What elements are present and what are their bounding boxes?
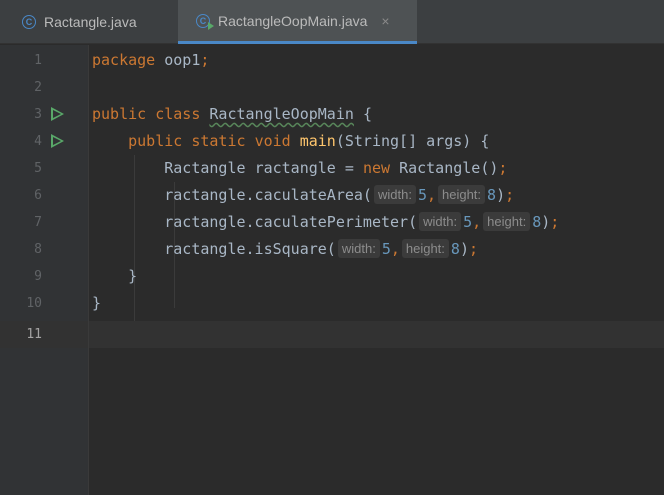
- code-line-2[interactable]: [89, 74, 664, 101]
- gutter-line: 10: [0, 290, 88, 317]
- line-number: 11: [26, 327, 42, 342]
- run-main-icon[interactable]: [51, 134, 64, 148]
- line-number: 5: [34, 161, 42, 176]
- code-line-10[interactable]: }: [89, 290, 664, 317]
- number-literal: 5: [417, 186, 427, 204]
- keyword: public: [92, 105, 147, 123]
- gutter-line: 5: [0, 155, 88, 182]
- code-editor[interactable]: package oop1; public class RactangleOopM…: [89, 45, 664, 495]
- brace: }: [128, 267, 138, 285]
- method-call: ractangle.caculatePerimeter(: [164, 213, 418, 231]
- gutter-line-current: 11: [0, 321, 88, 348]
- gutter-line: 1: [0, 47, 88, 74]
- semicolon: ;: [550, 213, 560, 231]
- code-line-3[interactable]: public class RactangleOopMain {: [89, 101, 664, 128]
- editor-gutter: 1 2 3 4 5 6 7 8 9 10 11: [0, 45, 89, 495]
- java-class-icon: C: [22, 15, 36, 29]
- paren: ): [496, 186, 506, 204]
- tab-ractangle-java[interactable]: C Ractangle.java: [0, 0, 178, 44]
- comma: ,: [426, 186, 436, 204]
- keyword: package: [92, 51, 156, 69]
- constructor-call: Ractangle(): [399, 159, 499, 177]
- line-number: 8: [34, 242, 42, 257]
- line-number: 3: [34, 107, 42, 122]
- number-literal: 5: [463, 213, 473, 231]
- keyword: static: [191, 132, 246, 150]
- editor-tab-bar: C Ractangle.java C RactangleOopMain.java…: [0, 0, 664, 44]
- paren: ): [459, 240, 469, 258]
- semicolon: ;: [200, 51, 210, 69]
- parameter-hint: width:: [373, 185, 416, 204]
- code-line-6[interactable]: ractangle.caculateArea(width: 5, height: 8)…: [89, 182, 664, 209]
- variable-name: ractangle: [254, 159, 336, 177]
- parameter-hint: width:: [337, 239, 380, 258]
- method-call: ractangle.caculateArea(: [164, 186, 372, 204]
- tab-ractangleoopmain-java[interactable]: C RactangleOopMain.java ×: [178, 0, 417, 44]
- brace: {: [480, 132, 490, 150]
- semicolon: ;: [468, 240, 479, 258]
- code-line-9[interactable]: }: [89, 263, 664, 290]
- code-line-4[interactable]: public static void main(String[] args) {: [89, 128, 664, 155]
- close-tab-icon[interactable]: ×: [381, 13, 389, 29]
- line-number: 7: [34, 215, 42, 230]
- tab-label: Ractangle.java: [44, 14, 137, 30]
- gutter-line: 2: [0, 74, 88, 101]
- gutter-line: 9: [0, 263, 88, 290]
- line-number: 1: [34, 53, 42, 68]
- brace: }: [92, 294, 102, 312]
- parameter-hint: height:: [401, 239, 449, 258]
- comma: ,: [390, 240, 400, 258]
- parameter-hint: height:: [438, 185, 486, 204]
- class-name: RactangleOopMain: [209, 105, 354, 123]
- method-call: ractangle.isSquare(: [164, 240, 336, 258]
- comma: ,: [472, 213, 482, 231]
- gutter-line: 4: [0, 128, 88, 155]
- code-line-1[interactable]: package oop1;: [89, 47, 664, 74]
- parameter-hint: width:: [419, 212, 462, 231]
- package-name: oop1: [164, 51, 201, 69]
- run-class-icon[interactable]: [51, 107, 64, 121]
- type-name: Ractangle: [164, 159, 246, 177]
- parameter-hint: height:: [483, 212, 531, 231]
- line-number: 10: [26, 296, 42, 311]
- line-number: 2: [34, 80, 42, 95]
- tab-label: RactangleOopMain.java: [218, 12, 368, 29]
- line-number: 9: [34, 269, 42, 284]
- paren: ): [541, 213, 551, 231]
- code-line-5[interactable]: Ractangle ractangle = new Ractangle();: [89, 155, 664, 182]
- gutter-line: 8: [0, 236, 88, 263]
- keyword: class: [155, 105, 201, 123]
- line-number: 6: [34, 188, 42, 203]
- keyword: void: [254, 132, 291, 150]
- number-literal: 8: [450, 240, 460, 258]
- code-line-7[interactable]: ractangle.caculatePerimeter(width: 5, heig…: [89, 209, 664, 236]
- gutter-line: 7: [0, 209, 88, 236]
- number-literal: 8: [532, 213, 542, 231]
- method-name: main: [299, 132, 336, 150]
- code-line-11-current[interactable]: [89, 321, 664, 348]
- parameters: (String[] args): [335, 132, 472, 150]
- java-runnable-class-icon: C: [196, 13, 214, 30]
- keyword: public: [128, 132, 183, 150]
- operator: =: [344, 159, 354, 177]
- gutter-line: 6: [0, 182, 88, 209]
- line-number: 4: [34, 134, 42, 149]
- brace: {: [362, 105, 372, 123]
- number-literal: 5: [381, 240, 391, 258]
- semicolon: ;: [498, 159, 508, 177]
- keyword: new: [362, 159, 391, 177]
- code-line-8[interactable]: ractangle.isSquare(width: 5, height: 8);: [89, 236, 664, 263]
- gutter-line: 3: [0, 101, 88, 128]
- number-literal: 8: [487, 186, 497, 204]
- semicolon: ;: [505, 186, 515, 204]
